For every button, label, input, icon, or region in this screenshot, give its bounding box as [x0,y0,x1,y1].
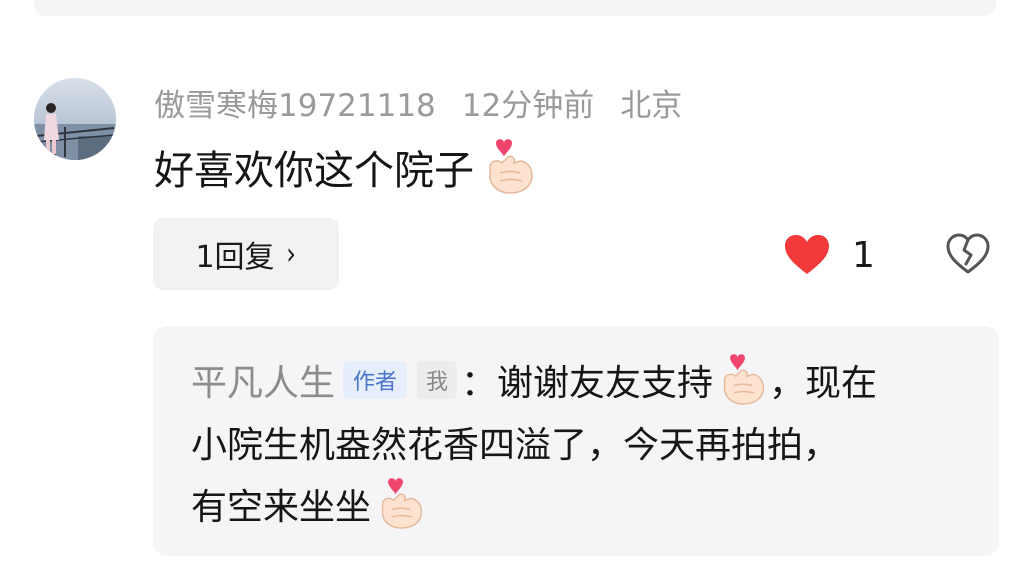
chevron-right-icon: › [285,236,296,272]
avatar-image [34,78,116,160]
finger-heart-emoji-icon [489,139,533,194]
reply-line-2: 小院生机盎然花香四溢了，今天再拍拍， [191,414,839,470]
comment-time: 12分钟前 [461,87,595,124]
me-badge: 我 [417,361,458,399]
previous-comment-card [34,0,996,16]
author-badge: 作者 [343,361,408,399]
comment-text: 好喜欢你这个院子 [154,139,538,194]
finger-heart-emoji-icon [381,478,423,529]
reply-text-line2: 小院生机盎然花香四溢了，今天再拍拍， [191,425,840,466]
broken-heart-icon [946,233,990,274]
heart-icon [785,235,829,274]
reply-line-3: 有空来坐坐 [191,476,427,532]
comment-username[interactable]: 傲雪寒梅19721118 [154,80,436,125]
like-count: 1 [852,234,875,276]
comment-meta: 傲雪寒梅19721118 12分钟前 北京 [154,80,682,124]
view-replies-label: 1回复 [195,240,275,275]
reply-text-part2: ，现在 [769,363,878,404]
avatar[interactable] [34,78,116,160]
reply-username[interactable]: 平凡人生 [191,354,335,406]
dislike-button[interactable] [944,230,992,278]
reply-card[interactable]: 平凡人生 作者 我 ：谢谢友友支持 ，现在 小院生机盎然花香四溢了，今天再拍拍，… [153,326,999,556]
reply-text-part1: ：谢谢友友支持 [461,363,714,404]
comment-location: 北京 [620,87,683,124]
comment-body: 好喜欢你这个院子 [154,148,474,194]
view-replies-button[interactable]: 1回复 › [153,218,339,290]
finger-heart-emoji-icon [723,354,765,405]
reply-line-1: 平凡人生 作者 我 ：谢谢友友支持 ，现在 [191,352,877,408]
reply-text-line3: 有空来坐坐 [191,487,372,528]
like-button[interactable]: 1 [784,228,875,282]
